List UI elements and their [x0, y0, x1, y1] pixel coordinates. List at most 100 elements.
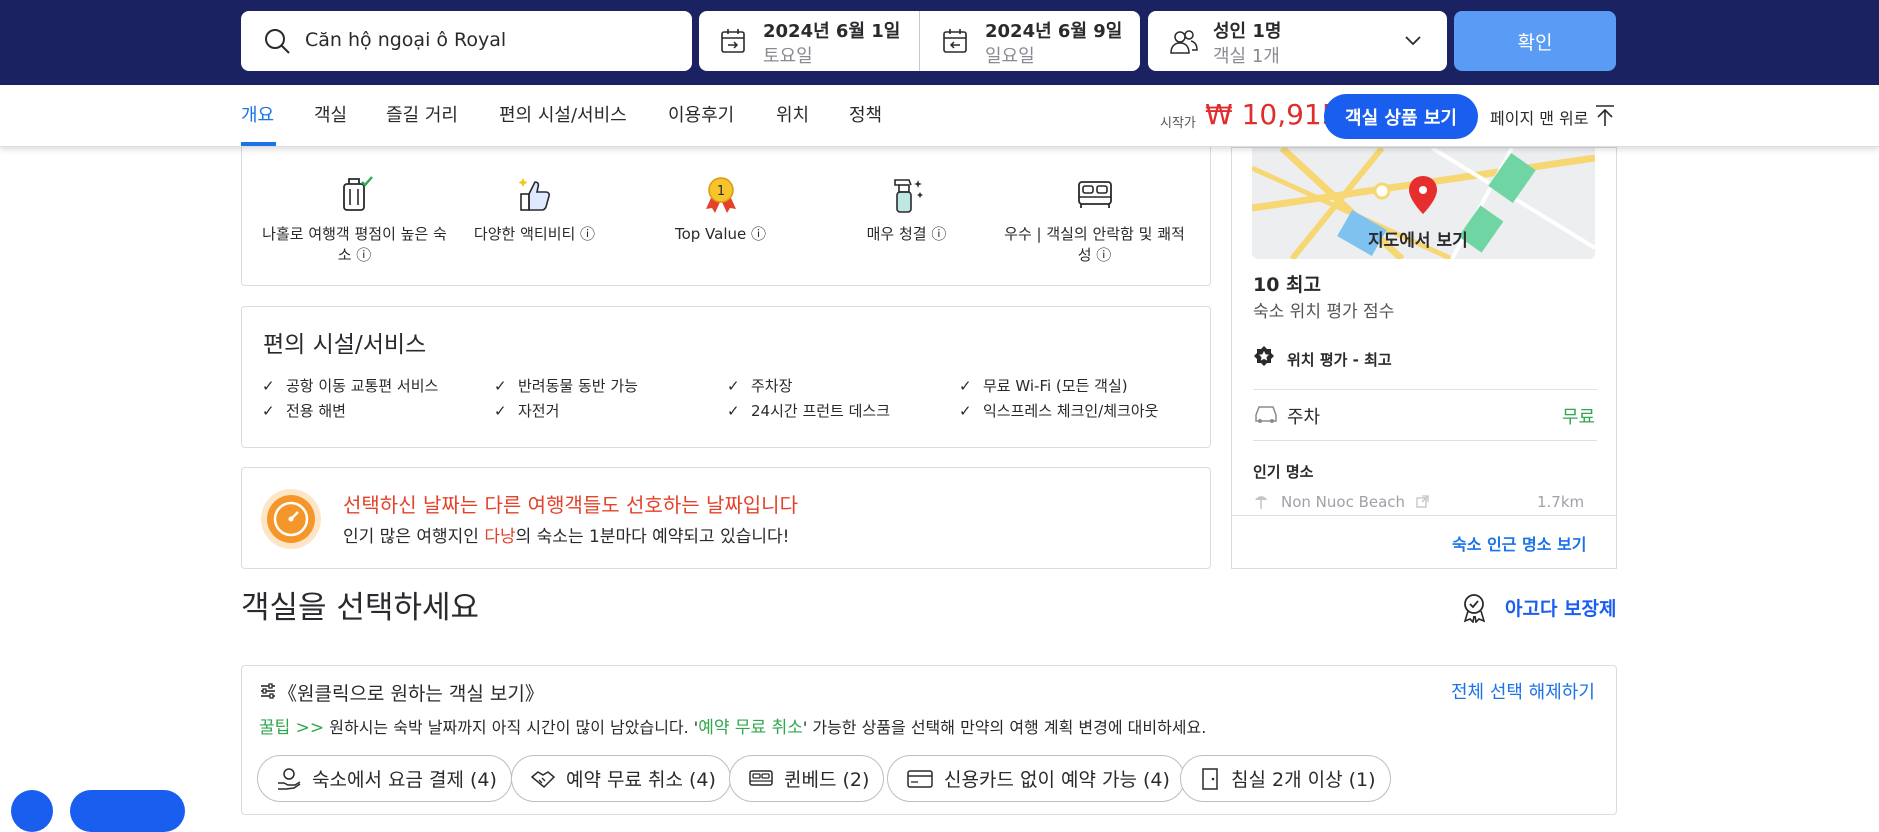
- highlight-cleanliness: 매우 청결 ⓘ: [814, 174, 999, 245]
- beach-icon: [1255, 496, 1267, 509]
- floating-circle-button[interactable]: [11, 790, 53, 832]
- tab-activities[interactable]: 즐길 거리: [386, 101, 458, 127]
- amenity-item: ✓ 반려동물 동반 가능: [494, 375, 638, 396]
- landmarks-title: 인기 명소: [1253, 463, 1314, 481]
- tab-location[interactable]: 위치: [776, 101, 809, 127]
- adults-count: 성인 1명: [1213, 21, 1282, 42]
- parking-label: 주차: [1287, 407, 1321, 428]
- tab-amenities[interactable]: 편의 시설/서비스: [499, 101, 627, 127]
- popular-text-before: 인기 많은 여행지인: [343, 527, 485, 547]
- tab-overview[interactable]: 개요: [241, 101, 274, 127]
- spray-bottle-icon: [893, 179, 923, 213]
- highlight-comfort: 우수 | 객실의 안락함 및 쾌적성 ⓘ: [1002, 174, 1187, 266]
- svg-text:1: 1: [716, 184, 724, 199]
- floating-pill-button[interactable]: [70, 790, 185, 832]
- check-icon: ✓: [262, 402, 275, 420]
- tab-rooms[interactable]: 객실: [314, 101, 347, 127]
- select-rooms-title: 객실을 선택하세요: [241, 590, 480, 626]
- amenities-card: 편의 시설/서비스 ✓ 공항 이동 교통편 서비스 ✓ 반려동물 동반 가능 ✓ 주차…: [241, 306, 1211, 448]
- amenity-label: 전용 해변: [286, 402, 346, 420]
- tip-text-before: 원하시는 숙박 날짜까지 아직 시간이 많이 남았습니다. ': [324, 718, 699, 737]
- chip-label: 침실 2개 이상 (1): [1231, 769, 1376, 791]
- tip-label: 꿀팁 >>: [259, 718, 325, 738]
- location-rating-label: 위치 평가 - 최고: [1287, 351, 1392, 369]
- handshake-icon: [530, 770, 556, 788]
- search-header: Căn hộ ngoại ô Royal 2024년 6월 1일 토요일 202…: [0, 0, 1879, 85]
- checkout-date[interactable]: 2024년 6월 9일: [985, 17, 1122, 43]
- tab-policies[interactable]: 정책: [849, 101, 882, 127]
- tip-line: 꿀팁 >> 원하시는 숙박 날짜까지 아직 시간이 많이 남았습니다. '예약 …: [259, 713, 1206, 738]
- filter-chip-pay-at-property[interactable]: 숙소에서 요금 결제 (4): [257, 755, 512, 802]
- chevron-down-icon[interactable]: [1404, 35, 1422, 47]
- check-icon: ✓: [727, 402, 740, 420]
- clear-all-link[interactable]: 전체 선택 해제하기: [1451, 678, 1595, 704]
- guest-selector[interactable]: 성인 1명 객실 1개: [1148, 11, 1447, 71]
- filter-chip-no-credit-card[interactable]: 신용카드 없이 예약 가능 (4): [887, 755, 1185, 802]
- confirm-button[interactable]: 확인: [1454, 11, 1616, 71]
- amenity-item: ✓ 익스프레스 체크인/체크아웃: [959, 400, 1158, 421]
- shield-badge-icon: [1463, 594, 1486, 623]
- chip-label: 퀸베드 (2): [784, 769, 870, 791]
- luggage-check-icon: [342, 176, 373, 211]
- popular-dates-text: 인기 많은 여행지인 다낭의 숙소는 1분마다 예약되고 있습니다!: [343, 522, 789, 547]
- speedometer-icon: [261, 489, 321, 549]
- popular-text-after: 의 숙소는 1분마다 예약되고 있습니다!: [515, 527, 790, 547]
- filter-chip-two-bedrooms[interactable]: 침실 2개 이상 (1): [1180, 755, 1391, 802]
- highlight-top-value: 1 Top Value ⓘ: [628, 174, 813, 245]
- bed-icon: [749, 769, 773, 786]
- external-link-icon: [1416, 495, 1429, 508]
- view-on-map-button[interactable]: 지도에서 보기: [1368, 226, 1468, 251]
- amenity-item: ✓ 자전거: [494, 400, 559, 421]
- credit-card-icon: [907, 769, 933, 788]
- starting-price: ₩ 10,915: [1205, 98, 1340, 131]
- amenity-label: 반려동물 동반 가능: [518, 377, 638, 395]
- sliders-icon: [261, 683, 275, 699]
- check-icon: ✓: [494, 377, 507, 395]
- section-nav: 개요 객실 즐길 거리 편의 시설/서비스 이용후기 위치 정책 시작가 ₩ 1…: [0, 85, 1879, 147]
- search-icon: [265, 29, 290, 54]
- highlight-label: 우수 | 객실의 안락함 및 쾌적성 ⓘ: [1004, 225, 1185, 264]
- view-room-offers-button[interactable]: 객실 상품 보기: [1324, 94, 1478, 139]
- divider: [1232, 515, 1617, 516]
- tip-text-after: ' 가능한 상품을 선택해 만약의 여행 계획 변경에 대비하세요.: [802, 718, 1207, 737]
- tip-highlight: 예약 무료 취소: [698, 718, 803, 738]
- highlight-label: Top Value ⓘ: [674, 225, 767, 243]
- highlight-label: 매우 청결 ⓘ: [866, 225, 947, 243]
- amenity-item: ✓ 주차장: [727, 375, 792, 396]
- chip-label: 신용카드 없이 예약 가능 (4): [944, 769, 1170, 791]
- highlights-card: 나홀로 여행객 평점이 높은 숙소 ⓘ 다양한 액티비티 ⓘ 1 Top Val…: [241, 140, 1211, 286]
- checkout-day: 일요일: [985, 46, 1035, 67]
- guests-icon: [1170, 30, 1198, 54]
- highlight-activities: 다양한 액티비티 ⓘ: [442, 174, 627, 245]
- filter-chip-queen-bed[interactable]: 퀸베드 (2): [729, 755, 885, 802]
- bed-icon: [1077, 181, 1112, 208]
- filter-chip-free-cancellation[interactable]: 예약 무료 취소 (4): [511, 755, 731, 802]
- thumbs-up-icon: [518, 178, 550, 211]
- amenity-label: 공항 이동 교통편 서비스: [286, 377, 439, 395]
- checkin-day: 토요일: [763, 46, 813, 67]
- destination-input[interactable]: Căn hộ ngoại ô Royal: [305, 29, 506, 51]
- divider: [1253, 389, 1597, 390]
- hand-money-icon: [278, 767, 301, 790]
- view-nearby-attractions-link[interactable]: 숙소 인근 명소 보기: [1452, 531, 1586, 555]
- checkin-date[interactable]: 2024년 6월 1일: [763, 17, 900, 43]
- destination-search-box[interactable]: Căn hộ ngoại ô Royal: [241, 11, 692, 71]
- divider: [1253, 440, 1597, 441]
- filter-title: 《원클릭으로 원하는 객실 보기》: [278, 683, 544, 705]
- amenity-item: ✓ 전용 해변: [262, 400, 346, 421]
- tab-reviews[interactable]: 이용후기: [668, 101, 734, 127]
- amenity-label: 주차장: [751, 377, 793, 395]
- award-icon: [1254, 346, 1274, 366]
- agoda-guarantee-link[interactable]: 아고다 보장제: [1505, 594, 1617, 621]
- landmark-name[interactable]: Non Nuoc Beach: [1281, 493, 1405, 511]
- location-panel: 지도에서 보기 10 최고 숙소 위치 평가 점수 위치 평가 - 최고 주차 …: [1231, 147, 1617, 569]
- landmark-distance: 1.7km: [1537, 493, 1585, 511]
- popular-dates-title: 선택하신 날짜는 다른 여행객들도 선호하는 날짜입니다: [343, 493, 798, 517]
- location-score: 10 최고: [1253, 274, 1322, 296]
- price-prefix: 시작가: [1160, 116, 1196, 131]
- date-picker[interactable]: 2024년 6월 1일 토요일 2024년 6월 9일 일요일: [699, 11, 1140, 71]
- map-thumbnail[interactable]: 지도에서 보기: [1252, 148, 1595, 259]
- arrow-up-icon[interactable]: [1594, 102, 1616, 128]
- chip-label: 숙소에서 요금 결제 (4): [312, 769, 497, 791]
- back-to-top-link[interactable]: 페이지 맨 위로: [1490, 105, 1589, 129]
